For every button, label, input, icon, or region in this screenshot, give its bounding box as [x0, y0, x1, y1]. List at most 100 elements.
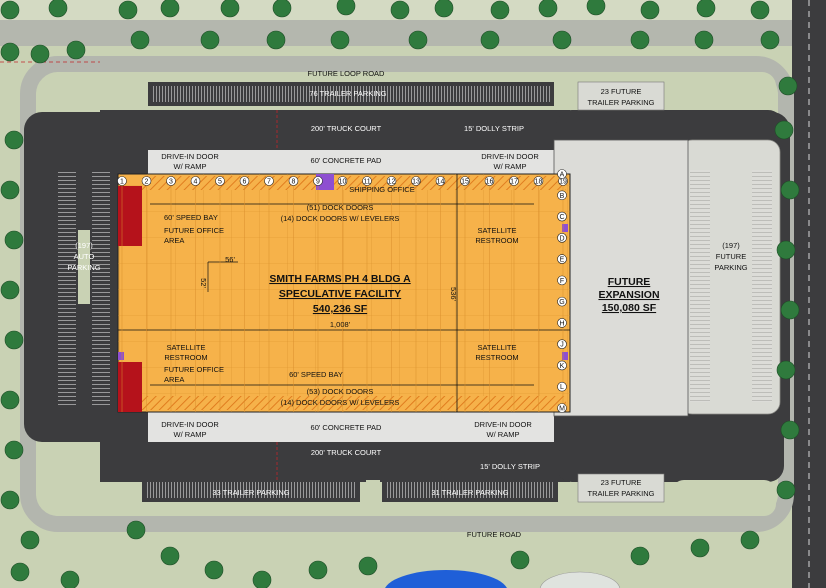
column-label: 16 [486, 179, 494, 186]
column-label: 15 [461, 179, 469, 186]
column-label: 4 [194, 179, 198, 186]
tree-icon [0, 390, 20, 410]
shipping-office-label: SHIPPING OFFICE [349, 185, 414, 194]
depth-label: 536' [449, 287, 458, 302]
row-label: F [560, 278, 564, 285]
dolly-strip-top-label: 15' DOLLY STRIP [464, 124, 524, 133]
row-label: A [560, 172, 565, 179]
satellite-restroom-tr-2: RESTROOM [475, 236, 518, 245]
tree-icon [760, 30, 780, 50]
tree-icon [10, 562, 30, 582]
satellite-restroom-r-2: RESTROOM [475, 353, 518, 362]
tree-icon [630, 30, 650, 50]
building-title-1: SMITH FARMS PH 4 BLDG A [269, 273, 411, 285]
row-label: B [560, 193, 565, 200]
tree-icon [586, 0, 606, 16]
tree-icon [160, 0, 180, 18]
row-label: K [560, 363, 565, 370]
tree-icon [252, 570, 272, 588]
trailer-bottom-right-label: 31 TRAILER PARKING [431, 488, 508, 497]
tree-icon [780, 180, 800, 200]
building-title-2: SPECULATIVE FACILITY [279, 288, 401, 300]
building-title-3: 540,236 SF [313, 303, 368, 315]
trailer-parking-top-label: 76 TRAILER PARKING [309, 89, 386, 98]
future-office-top-2: AREA [164, 236, 184, 245]
auto-parking-right-1: (197) [722, 241, 740, 250]
satellite-restroom-tr-1: SATELLITE [477, 226, 516, 235]
column-label: 6 [243, 179, 247, 186]
tree-icon [118, 0, 138, 20]
concrete-pad-bottom-label: 60' CONCRETE PAD [311, 423, 382, 432]
column-label: 17 [510, 179, 518, 186]
tree-icon [0, 490, 20, 510]
site-plan-drawing: 1 2 3 4 5 6 7 8 9 10 11 12 13 14 15 16 17 18 19 ABCDEFGHJK… [0, 0, 826, 588]
tree-icon [778, 76, 798, 96]
auto-parking-left-3: PARKING [67, 263, 100, 272]
tree-icon [200, 30, 220, 50]
top-road-band [0, 20, 800, 46]
tree-icon [330, 30, 350, 50]
dock-doors-bottom-label: (53) DOCK DOORS [307, 387, 374, 396]
tree-icon [204, 560, 224, 580]
bay-depth-label: 52' [199, 278, 208, 288]
tree-icon [358, 556, 378, 576]
drive-in-top-right-1: DRIVE-IN DOOR [481, 152, 539, 161]
tree-icon [740, 530, 760, 550]
row-label: D [559, 235, 564, 242]
tree-icon [30, 44, 50, 64]
column-label: 19 [559, 179, 567, 186]
column-label: 14 [437, 179, 445, 186]
row-label: J [560, 342, 564, 349]
tree-icon [308, 560, 328, 580]
length-label: 1,008' [330, 320, 351, 329]
tree-icon [538, 0, 558, 18]
tree-icon [0, 42, 20, 62]
dolly-strip-bottom-label: 15' DOLLY STRIP [480, 462, 540, 471]
tree-icon [696, 0, 716, 18]
row-label: E [560, 257, 565, 264]
row-label: C [559, 214, 564, 221]
auto-parking-left-2: AUTO [74, 252, 95, 261]
tree-icon [776, 480, 796, 500]
dock-doors-top-label: (51) DOCK DOORS [307, 203, 374, 212]
future-trailer-top-label-1: 23 FUTURE [601, 87, 642, 96]
future-office-bottom [118, 362, 142, 412]
row-label: M [559, 406, 565, 413]
column-label: 7 [267, 179, 271, 186]
drive-in-bottom-right-1: DRIVE-IN DOOR [474, 420, 532, 429]
row-label: H [559, 320, 564, 327]
expansion-title-2: EXPANSION [598, 289, 659, 301]
tree-icon [66, 40, 86, 60]
tree-icon [640, 0, 660, 20]
drive-in-bottom-left-2: W/ RAMP [174, 430, 207, 439]
column-label: 8 [292, 179, 296, 186]
tree-icon [336, 0, 356, 16]
drive-in-top-right-2: W/ RAMP [494, 162, 527, 171]
column-label: 5 [218, 179, 222, 186]
tree-icon [4, 440, 24, 460]
tree-icon [60, 570, 80, 588]
tree-icon [4, 130, 24, 150]
tree-icon [694, 30, 714, 50]
tree-icon [776, 240, 796, 260]
tree-icon [690, 538, 710, 558]
tree-icon [776, 360, 796, 380]
satellite-restroom-l-2: RESTROOM [164, 353, 207, 362]
concrete-pad-top-label: 60' CONCRETE PAD [311, 156, 382, 165]
satellite-restroom-l-1: SATELLITE [166, 343, 205, 352]
expansion-title-1: FUTURE [608, 276, 651, 288]
row-label: L [560, 384, 564, 391]
bay-width-label: 56' [225, 255, 235, 264]
tree-icon [0, 0, 20, 20]
tree-icon [774, 120, 794, 140]
future-loop-road-label: FUTURE LOOP ROAD [308, 69, 386, 78]
tree-icon [126, 520, 146, 540]
drive-in-bottom-left-1: DRIVE-IN DOOR [161, 420, 219, 429]
tree-icon [780, 420, 800, 440]
future-office-top [118, 186, 142, 246]
tree-icon [48, 0, 68, 18]
future-office-bottom-1: FUTURE OFFICE [164, 365, 224, 374]
satellite-restroom-r-1: SATELLITE [477, 343, 516, 352]
speed-bay-bottom-label: 60' SPEED BAY [289, 370, 343, 379]
auto-parking-right-2: FUTURE [716, 252, 746, 261]
